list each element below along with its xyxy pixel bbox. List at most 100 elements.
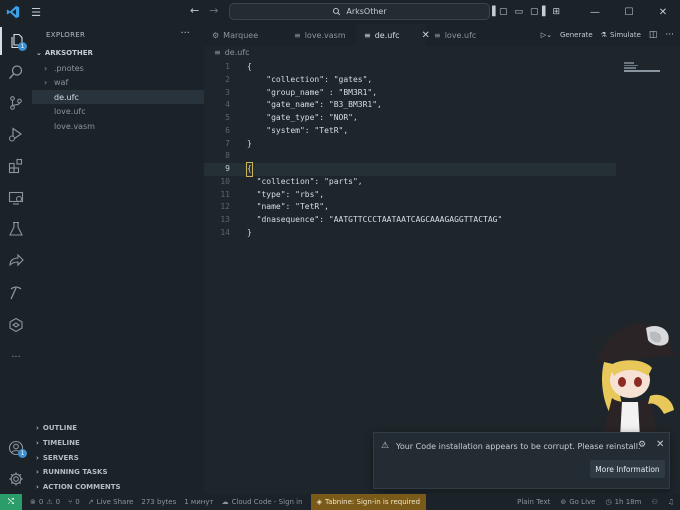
live-share-activity[interactable] xyxy=(0,247,32,275)
code-text: } xyxy=(247,227,252,237)
section-label: SERVERS xyxy=(42,453,79,462)
forward-arrow-icon[interactable]: → xyxy=(209,4,218,17)
notifications-bell-icon[interactable]: ♫ xyxy=(668,498,674,506)
tabnine-status[interactable]: ◈ Tabnine: Sign-in is required xyxy=(310,494,427,510)
breadcrumb-file[interactable]: de.ufc xyxy=(225,48,250,57)
toggle-secondary-sidebar-icon[interactable]: ▢▐ xyxy=(530,7,545,17)
tree-file[interactable]: love.ufc xyxy=(32,105,204,119)
minimize-button[interactable]: — xyxy=(578,0,612,24)
account-status-icon[interactable]: ⚇ xyxy=(651,498,657,506)
code-text: "group_name" : "BM3R1", xyxy=(247,87,378,97)
cloud-code-status[interactable]: ☁ Cloud Code - Sign in xyxy=(222,498,303,506)
code-line[interactable]: 3 "group_name" : "BM3R1", xyxy=(204,87,616,100)
code-line[interactable]: 2 "collection": "gates", xyxy=(204,74,616,87)
warning-count: 0 xyxy=(55,498,61,506)
manage-activity[interactable] xyxy=(0,465,32,493)
editor-tab[interactable]: ≡ love.vasm xyxy=(286,24,356,46)
explorer-more-icon[interactable]: ··· xyxy=(180,28,190,39)
sidebar-section-action-comments[interactable]: › ACTION COMMENTS xyxy=(32,480,204,495)
go-live-status[interactable]: ⊚ Go Live xyxy=(560,498,595,506)
vscode-logo-icon xyxy=(0,0,26,24)
code-line[interactable]: 8 xyxy=(204,150,616,163)
code-line[interactable]: 1{ xyxy=(204,61,616,74)
editor-more-icon[interactable]: ··· xyxy=(665,30,674,40)
ports-status[interactable]: ⑂ 0 xyxy=(68,498,80,506)
toggle-panel-icon[interactable]: ▭ xyxy=(515,7,524,17)
split-editor-icon[interactable]: ◫ xyxy=(649,30,658,40)
command-center-search[interactable]: ArksOther xyxy=(229,3,490,20)
source-control-activity[interactable] xyxy=(0,89,32,117)
gear-icon[interactable]: ⚙ xyxy=(638,440,646,450)
clock-icon: ◷ xyxy=(605,498,612,506)
search-icon xyxy=(333,7,341,16)
tree-file[interactable]: love.vasm xyxy=(32,119,204,133)
chevron-right-icon: › xyxy=(36,468,39,477)
accounts-activity[interactable]: 1 xyxy=(0,434,32,462)
sidebar-section-running-tasks[interactable]: › RUNNING TASKS xyxy=(32,465,204,480)
testing-activity[interactable] xyxy=(0,215,32,243)
code-text: "collection": "gates", xyxy=(247,74,373,84)
extensions-activity[interactable] xyxy=(0,152,32,180)
cloud-code-label: Cloud Code - Sign in xyxy=(231,498,303,506)
more-activity-icon[interactable]: ··· xyxy=(0,343,32,371)
toggle-sidebar-icon[interactable]: ▌▢ xyxy=(492,7,507,17)
problems-status[interactable]: ⊗ 0 ⚠ 0 xyxy=(30,498,60,506)
code-line[interactable]: 7} xyxy=(204,138,616,151)
sidebar-section-timeline[interactable]: › TIMELINE xyxy=(32,436,204,451)
explorer-activity[interactable]: 1 xyxy=(0,27,32,55)
maximize-button[interactable]: ☐ xyxy=(612,0,646,24)
chevron-right-icon: › xyxy=(44,78,48,88)
tree-file[interactable]: de.ufc xyxy=(32,90,204,105)
live-share-status[interactable]: ↗ Live Share xyxy=(88,498,134,506)
sidebar-section-servers[interactable]: › SERVERS xyxy=(32,450,204,465)
time-tracker-status[interactable]: ◷ 1h 18m xyxy=(605,498,641,506)
breadcrumb: ≡ de.ufc xyxy=(214,48,250,57)
cloud-code-activity[interactable] xyxy=(0,311,32,339)
remote-indicator[interactable]: ⤭ xyxy=(0,494,22,510)
error-count: 0 xyxy=(38,498,44,506)
language-mode-status[interactable]: Plain Text xyxy=(517,498,550,506)
title-bar: ☰ ← → ArksOther ▌▢ ▭ ▢▐ ⊞ — ☐ ✕ xyxy=(0,0,680,24)
minimap[interactable] xyxy=(624,62,660,76)
go-live-label: Go Live xyxy=(569,498,596,506)
live-share-label: Live Share xyxy=(96,498,134,506)
tab-label: de.ufc xyxy=(374,30,400,40)
code-line[interactable]: 12 "name": "TetR", xyxy=(204,201,616,214)
tree-folder[interactable]: › .pnotes xyxy=(32,61,204,75)
code-line[interactable]: 14} xyxy=(204,227,616,240)
generate-button[interactable]: Generate xyxy=(560,31,593,39)
accounts-badge: 1 xyxy=(18,449,27,458)
editor-tab[interactable]: ≡ love.ufc xyxy=(426,24,496,46)
line-number: 10 xyxy=(220,176,230,186)
remote-explorer-activity[interactable] xyxy=(0,184,32,212)
tree-folder[interactable]: › waf xyxy=(32,76,204,90)
code-line[interactable]: 4 "gate_name": "B3_BM3R1", xyxy=(204,99,616,112)
code-line[interactable]: 10 "collection": "parts", xyxy=(204,176,616,189)
search-activity[interactable] xyxy=(0,58,32,86)
editor-tab[interactable]: ≡ de.ufc ✕ xyxy=(356,24,430,46)
line-number: 2 xyxy=(225,74,230,84)
run-debug-activity[interactable] xyxy=(0,120,32,148)
status-bar: ⤭ ⊗ 0 ⚠ 0 ⑂ 0 ↗ Live Share 273 bytes 1 м… xyxy=(0,494,680,510)
code-line[interactable]: 13 "dnasequence": "AATGTTCCCTAATAATCAGCA… xyxy=(204,214,616,227)
more-information-button[interactable]: More Information xyxy=(590,460,665,478)
back-arrow-icon[interactable]: ← xyxy=(190,4,199,17)
antenna-icon: ⑂ xyxy=(68,498,73,506)
customize-layout-icon[interactable]: ⊞ xyxy=(552,7,560,17)
code-line[interactable]: 5 "gate_type": "NOR", xyxy=(204,112,616,125)
run-icon[interactable]: ▷⌄ xyxy=(541,31,552,39)
tools-activity[interactable] xyxy=(0,279,32,307)
workspace-root[interactable]: ⌄ ARKSOTHER xyxy=(36,49,93,57)
simulate-button[interactable]: ⚗ Simulate xyxy=(601,31,641,39)
line-number: 3 xyxy=(225,87,230,97)
editor-tab[interactable]: ⚙ Marquee xyxy=(204,24,286,46)
notification-close-button[interactable]: ✕ xyxy=(656,439,664,450)
section-label: TIMELINE xyxy=(42,439,80,448)
tab-label: Marquee xyxy=(223,30,259,40)
code-line[interactable]: 9{ xyxy=(204,162,616,177)
hamburger-menu-icon[interactable]: ☰ xyxy=(26,0,46,24)
sidebar-section-outline[interactable]: › OUTLINE xyxy=(32,421,204,436)
close-window-button[interactable]: ✕ xyxy=(646,0,680,24)
code-line[interactable]: 11 "type": "rbs", xyxy=(204,189,616,202)
code-line[interactable]: 6 "system": "TetR", xyxy=(204,125,616,138)
